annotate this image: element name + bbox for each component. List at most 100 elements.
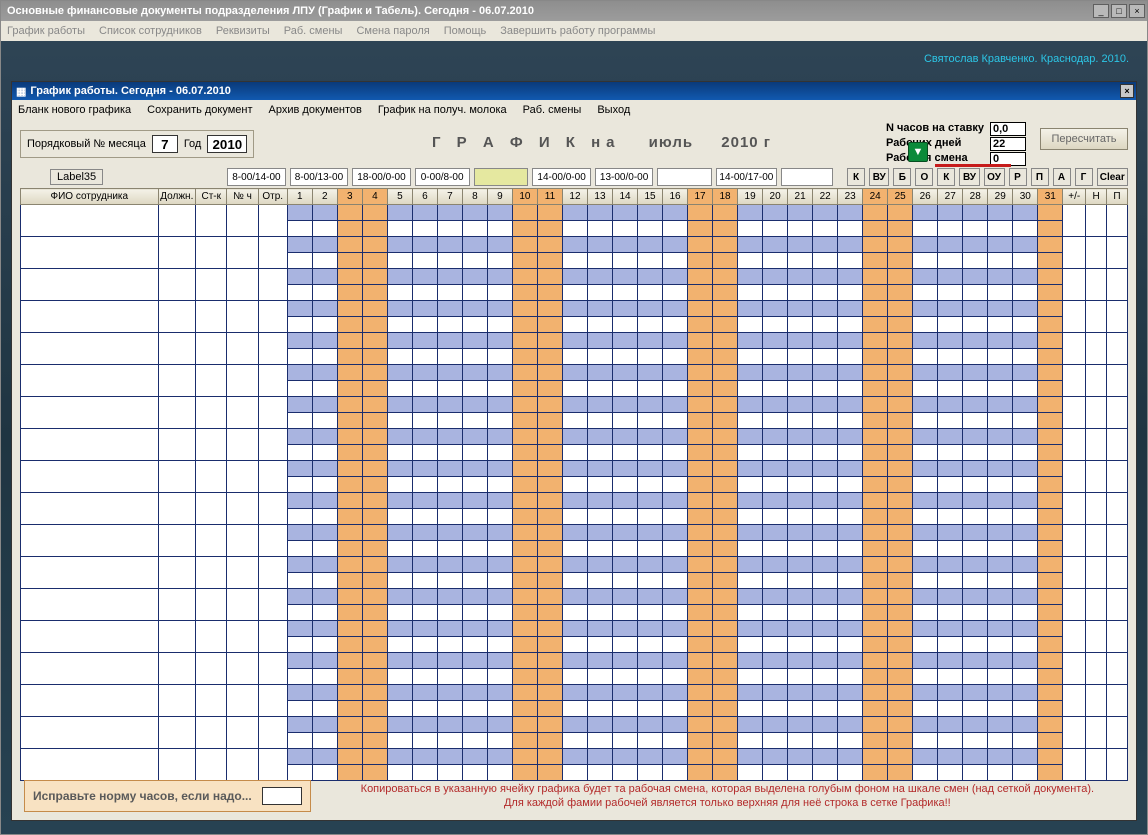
- table-row[interactable]: [21, 749, 1128, 765]
- column-header[interactable]: 16: [663, 189, 688, 205]
- column-header[interactable]: +/-: [1063, 189, 1086, 205]
- code-button[interactable]: Р: [1009, 168, 1027, 186]
- column-header[interactable]: 29: [988, 189, 1013, 205]
- column-header[interactable]: 27: [938, 189, 963, 205]
- recalc-button[interactable]: Пересчитать: [1040, 128, 1128, 150]
- outer-menu-item[interactable]: Раб. смены: [284, 25, 343, 37]
- year-input[interactable]: [207, 135, 247, 153]
- fix-hours-input[interactable]: [262, 787, 302, 805]
- table-row[interactable]: [21, 493, 1128, 509]
- table-row[interactable]: [21, 397, 1128, 413]
- month-input[interactable]: [152, 135, 178, 153]
- code-button[interactable]: Clear: [1097, 168, 1128, 186]
- outer-menu-item[interactable]: Список сотрудников: [99, 25, 202, 37]
- inner-menu-item[interactable]: Архив документов: [269, 104, 362, 116]
- inner-menu-item[interactable]: Сохранить документ: [147, 104, 252, 116]
- close-icon[interactable]: ×: [1129, 4, 1145, 18]
- outer-menu-item[interactable]: График работы: [7, 25, 85, 37]
- table-row[interactable]: [21, 653, 1128, 669]
- outer-menu-item[interactable]: Смена пароля: [356, 25, 429, 37]
- table-row[interactable]: [21, 269, 1128, 285]
- column-header[interactable]: 1: [287, 189, 312, 205]
- column-header[interactable]: 14: [613, 189, 638, 205]
- column-header[interactable]: 31: [1038, 189, 1063, 205]
- table-row[interactable]: [21, 621, 1128, 637]
- column-header[interactable]: 30: [1013, 189, 1038, 205]
- column-header[interactable]: № ч: [227, 189, 258, 205]
- column-header[interactable]: ФИО сотрудника: [21, 189, 159, 205]
- table-row[interactable]: [21, 429, 1128, 445]
- column-header[interactable]: 25: [888, 189, 913, 205]
- code-button[interactable]: А: [1053, 168, 1071, 186]
- column-header[interactable]: 2: [312, 189, 337, 205]
- column-header[interactable]: 4: [362, 189, 387, 205]
- column-header[interactable]: 8: [462, 189, 487, 205]
- code-button[interactable]: Г: [1075, 168, 1093, 186]
- code-button[interactable]: О: [915, 168, 933, 186]
- column-header[interactable]: 18: [713, 189, 738, 205]
- table-row[interactable]: [21, 333, 1128, 349]
- column-header[interactable]: 6: [412, 189, 437, 205]
- column-header[interactable]: П: [1107, 189, 1128, 205]
- table-row[interactable]: [21, 461, 1128, 477]
- column-header[interactable]: Ст-к: [196, 189, 227, 205]
- code-button[interactable]: ОУ: [984, 168, 1005, 186]
- inner-menu-item[interactable]: График на получ. молока: [378, 104, 507, 116]
- column-header[interactable]: 11: [537, 189, 562, 205]
- table-row[interactable]: [21, 365, 1128, 381]
- table-row[interactable]: [21, 525, 1128, 541]
- shift-cell[interactable]: 18-00/0-00: [352, 168, 411, 186]
- column-header[interactable]: 24: [863, 189, 888, 205]
- inner-menu-item[interactable]: Бланк нового графика: [18, 104, 131, 116]
- shift-cell[interactable]: [657, 168, 712, 186]
- table-row[interactable]: [21, 557, 1128, 573]
- column-header[interactable]: 15: [638, 189, 663, 205]
- column-header[interactable]: 7: [437, 189, 462, 205]
- code-button[interactable]: ВУ: [959, 168, 979, 186]
- column-header[interactable]: 5: [387, 189, 412, 205]
- code-button[interactable]: К: [937, 168, 955, 186]
- column-header[interactable]: Н: [1086, 189, 1107, 205]
- inner-menu-item[interactable]: Раб. смены: [523, 104, 582, 116]
- shift-cell[interactable]: 8-00/14-00: [227, 168, 286, 186]
- table-row[interactable]: [21, 685, 1128, 701]
- inner-menu-item[interactable]: Выход: [597, 104, 630, 116]
- outer-menu-item[interactable]: Помощь: [444, 25, 487, 37]
- inner-close-icon[interactable]: ×: [1120, 84, 1134, 98]
- table-row[interactable]: [21, 301, 1128, 317]
- schedule-grid[interactable]: ФИО сотрудникаДолжн.Ст-к№ чОтр.123456789…: [20, 188, 1128, 781]
- column-header[interactable]: Отр.: [258, 189, 287, 205]
- minimize-icon[interactable]: _: [1093, 4, 1109, 18]
- arrow-down-icon[interactable]: ▼: [908, 142, 928, 162]
- table-row[interactable]: [21, 237, 1128, 253]
- column-header[interactable]: 22: [813, 189, 838, 205]
- column-header[interactable]: Должн.: [158, 189, 196, 205]
- code-button[interactable]: ВУ: [869, 168, 889, 186]
- code-button[interactable]: Б: [893, 168, 911, 186]
- column-header[interactable]: 26: [913, 189, 938, 205]
- column-header[interactable]: 10: [512, 189, 537, 205]
- column-header[interactable]: 9: [487, 189, 512, 205]
- column-header[interactable]: 21: [788, 189, 813, 205]
- column-header[interactable]: 12: [562, 189, 587, 205]
- column-header[interactable]: 19: [738, 189, 763, 205]
- column-header[interactable]: 3: [337, 189, 362, 205]
- code-button[interactable]: П: [1031, 168, 1049, 186]
- outer-menu-item[interactable]: Реквизиты: [216, 25, 270, 37]
- shift-cell[interactable]: 13-00/0-00: [595, 168, 654, 186]
- shift-cell[interactable]: 8-00/13-00: [290, 168, 349, 186]
- table-row[interactable]: [21, 205, 1128, 221]
- column-header[interactable]: 28: [963, 189, 988, 205]
- table-row[interactable]: [21, 717, 1128, 733]
- outer-menu-item[interactable]: Завершить работу программы: [500, 25, 655, 37]
- table-row[interactable]: [21, 589, 1128, 605]
- code-button[interactable]: К: [847, 168, 865, 186]
- column-header[interactable]: 13: [587, 189, 612, 205]
- shift-cell[interactable]: [474, 168, 529, 186]
- shift-cell[interactable]: 14-00/0-00: [532, 168, 591, 186]
- column-header[interactable]: 23: [838, 189, 863, 205]
- shift-cell[interactable]: 0-00/8-00: [415, 168, 470, 186]
- maximize-icon[interactable]: □: [1111, 4, 1127, 18]
- column-header[interactable]: 20: [763, 189, 788, 205]
- shift-cell[interactable]: 14-00/17-00: [716, 168, 776, 186]
